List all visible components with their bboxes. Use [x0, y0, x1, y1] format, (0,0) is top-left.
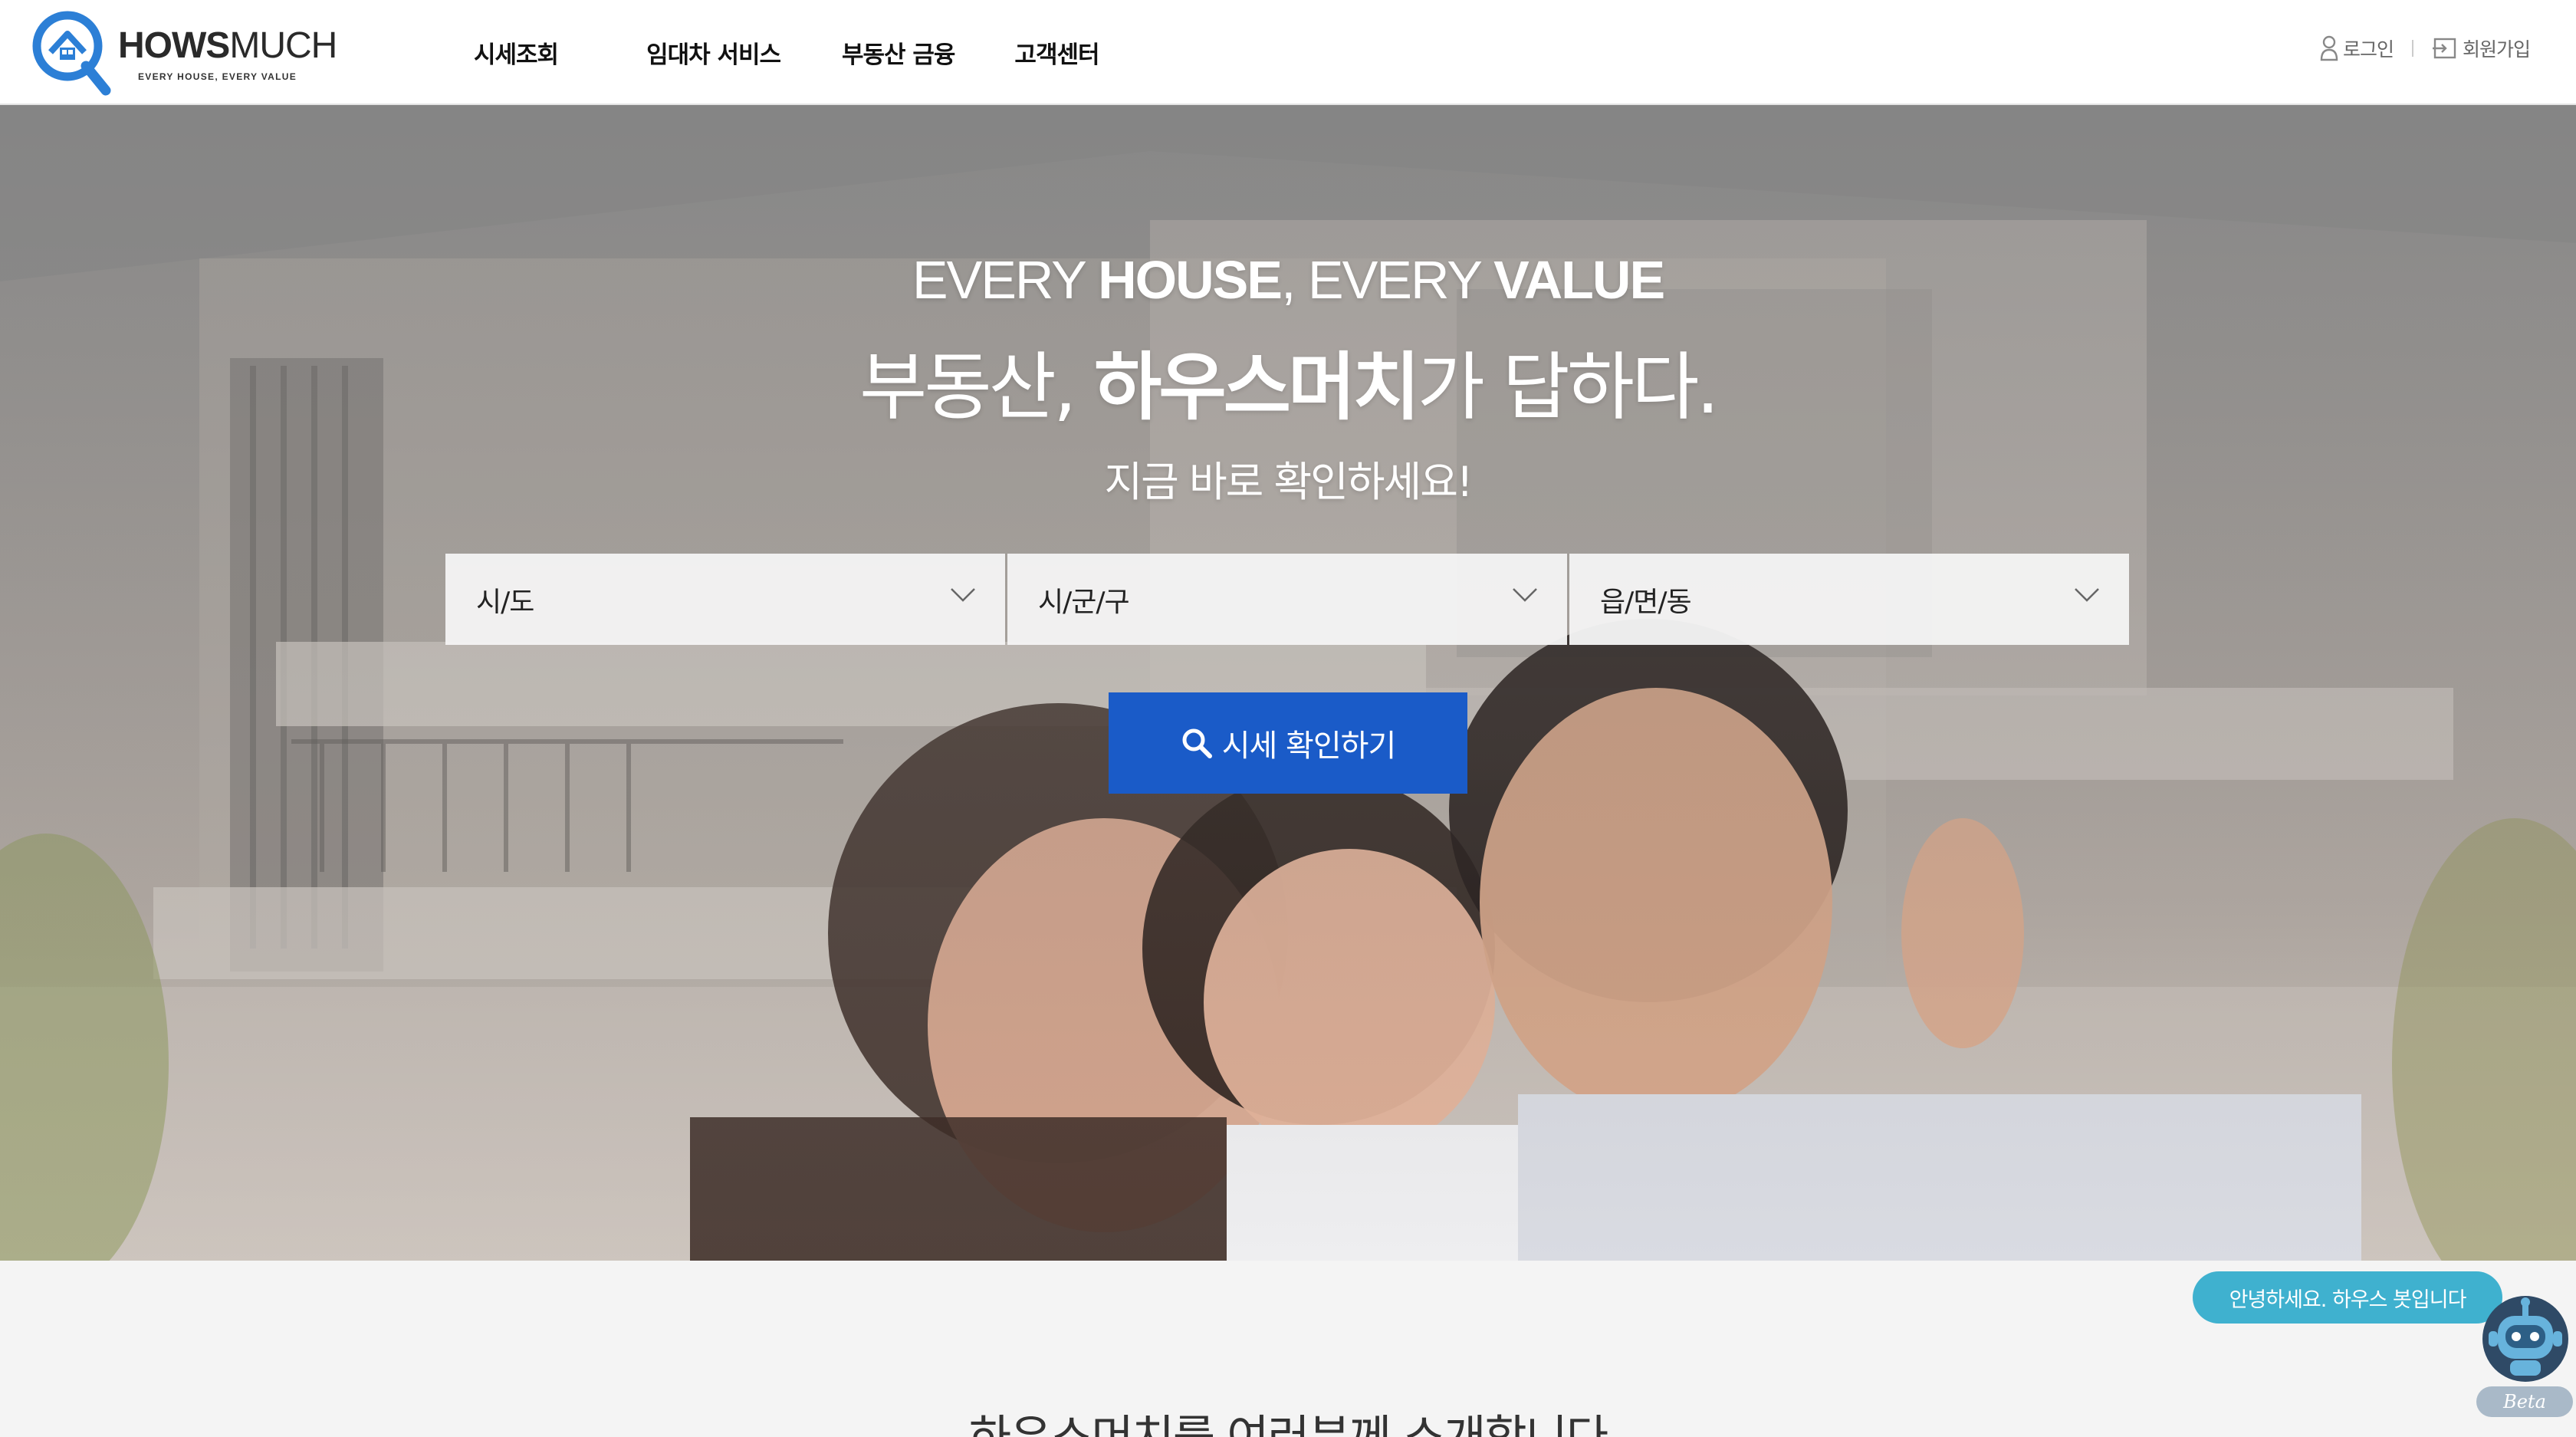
site-logo[interactable]: HOWSMUCH EVERY HOUSE, EVERY VALUE [29, 8, 351, 98]
nav-item-price-lookup[interactable]: 시세조회 [474, 35, 559, 70]
city-district-select-value: 시/군/구 [1038, 586, 1130, 618]
check-price-label: 시세 확인하기 [1221, 728, 1397, 764]
signup-link[interactable]: 회원가입 [2432, 35, 2531, 62]
user-menu: 로그인 회원가입 [2320, 0, 2531, 97]
hero-title: 부동산, 하우스머치가 답하다. [859, 344, 1720, 430]
beta-badge: Beta [2476, 1386, 2573, 1417]
hero-headline: EVERY HOUSE, EVERY VALUE 부동산, 하우스머치가 답하다… [0, 249, 2576, 508]
chevron-down-icon [1513, 588, 1537, 602]
province-select-value: 시/도 [476, 586, 534, 618]
nav-item-real-estate-finance[interactable]: 부동산 금융 [842, 35, 955, 70]
province-select[interactable]: 시/도 [445, 554, 1005, 645]
chevron-down-icon [2075, 588, 2099, 602]
site-header: HOWSMUCH EVERY HOUSE, EVERY VALUE 시세조회 임… [0, 0, 2576, 105]
hero-tagline: EVERY HOUSE, EVERY VALUE [912, 250, 1665, 310]
chevron-down-icon [951, 588, 975, 602]
logo-wordmark: HOWSMUCH [118, 25, 337, 66]
nav-item-customer-center[interactable]: 고객센터 [1014, 35, 1099, 70]
chatbot-greeting[interactable]: 안녕하세요. 하우스 봇입니다 [2193, 1271, 2502, 1324]
intro-heading: 하우스머치를 여러분께 소개합니다 [0, 1400, 2576, 1437]
login-label: 로그인 [2342, 38, 2394, 61]
user-icon [2320, 35, 2338, 61]
town-select[interactable]: 읍/면/동 [1569, 554, 2129, 645]
hero-section: EVERY HOUSE, EVERY VALUE 부동산, 하우스머치가 답하다… [0, 105, 2576, 1261]
signup-label: 회원가입 [2462, 38, 2531, 61]
house-logo-icon [32, 11, 111, 96]
main-nav: 시세조회 임대차 서비스 부동산 금융 고객센터 [445, 0, 1100, 105]
search-icon [1182, 728, 1212, 758]
nav-item-lease-service[interactable]: 임대차 서비스 [646, 35, 781, 70]
check-price-button[interactable]: 시세 확인하기 [1109, 692, 1467, 794]
divider [2411, 40, 2413, 57]
chatbot-robot-icon[interactable] [2479, 1293, 2571, 1385]
logo-tagline: EVERY HOUSE, EVERY VALUE [138, 71, 297, 82]
town-select-value: 읍/면/동 [1600, 586, 1692, 618]
signup-icon [2432, 38, 2456, 59]
hero-subtitle: 지금 바로 확인하세요! [1104, 458, 1473, 506]
region-selector: 시/도 시/군/구 읍/면/동 [445, 554, 2129, 645]
city-district-select[interactable]: 시/군/구 [1007, 554, 1567, 645]
login-link[interactable]: 로그인 [2320, 35, 2394, 62]
